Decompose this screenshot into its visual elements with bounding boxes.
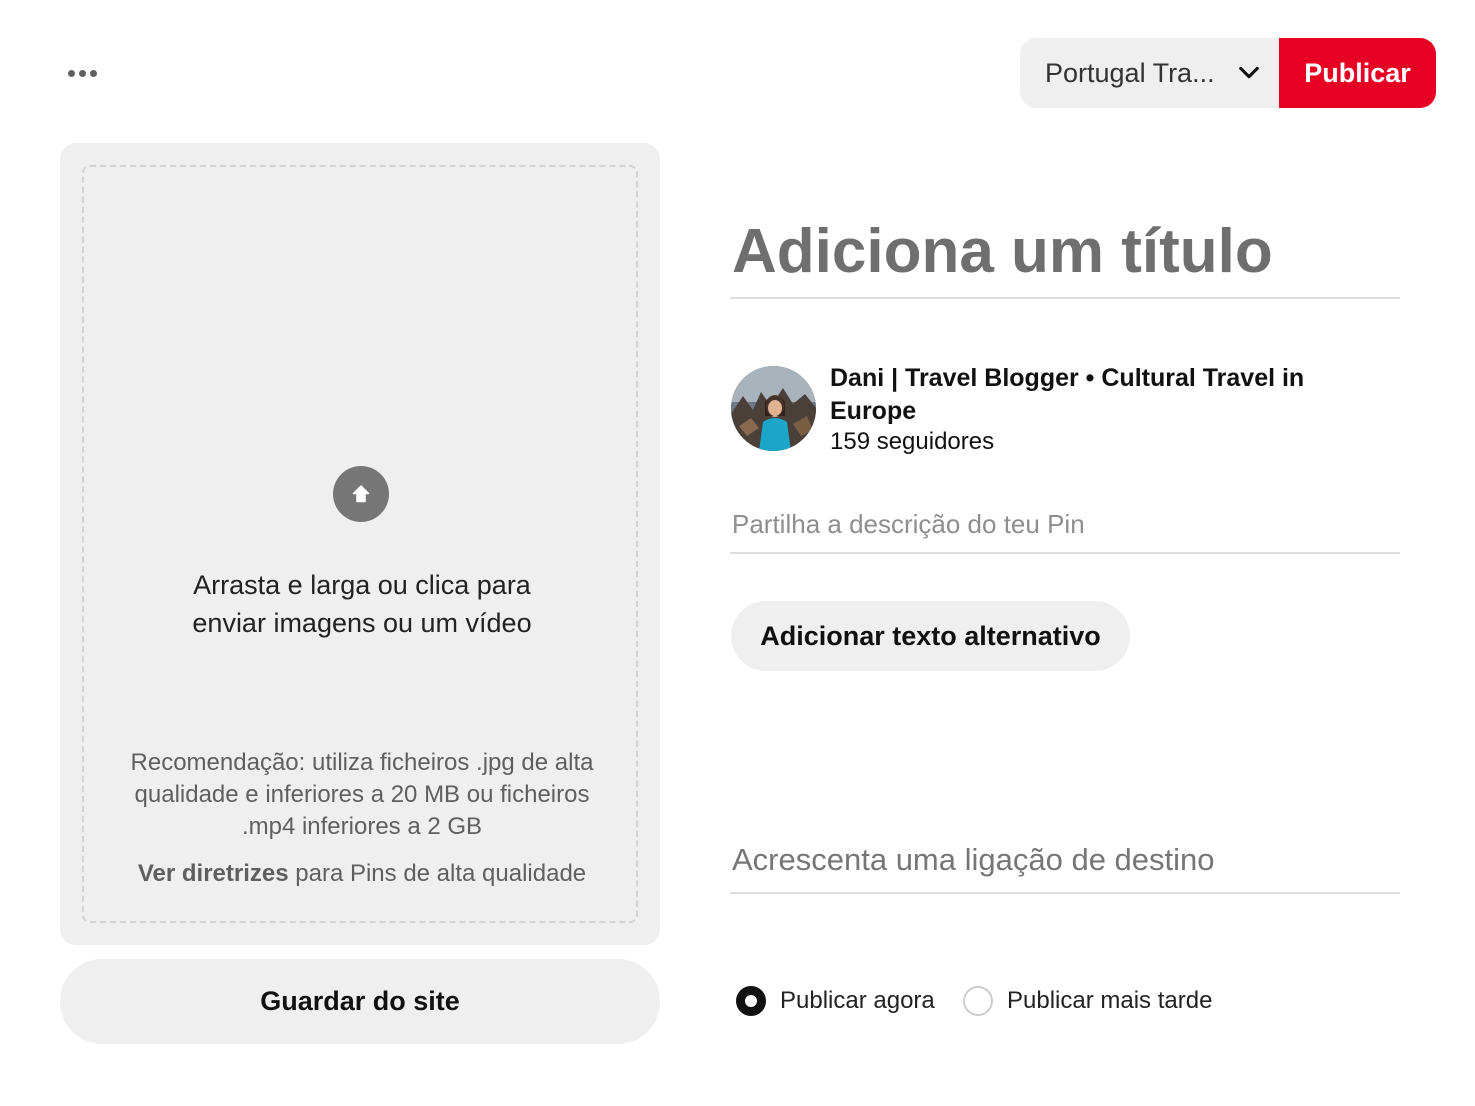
upload-arrow-up-icon xyxy=(333,466,389,522)
avatar-photo xyxy=(731,366,816,451)
guidelines-text: para Pins de alta qualidade xyxy=(288,860,587,887)
description-input[interactable] xyxy=(730,496,1400,554)
radio-unchecked-icon[interactable] xyxy=(963,986,993,1016)
publish-later-option[interactable]: Publicar mais tarde xyxy=(963,982,1212,1020)
destination-link-input[interactable] xyxy=(730,828,1400,894)
more-options-icon xyxy=(67,69,75,77)
avatar xyxy=(731,366,816,451)
profile-name: Dani | Travel Blogger • Cultural Travel … xyxy=(830,364,1305,425)
add-alt-text-button[interactable]: Adicionar texto alternativo xyxy=(731,601,1130,671)
more-options-button[interactable] xyxy=(58,56,106,90)
guidelines-line: Ver diretrizes para Pins de alta qualida… xyxy=(114,860,610,888)
upload-instruction: Arrasta e larga ou clica para enviar ima… xyxy=(192,570,532,638)
pin-builder: Portugal Tra... Publicar Arrasta e larga… xyxy=(0,0,1475,1106)
publish-now-option[interactable]: Publicar agora xyxy=(736,982,935,1020)
board-select-dropdown[interactable]: Portugal Tra... xyxy=(1020,38,1282,108)
followers-count: 159 seguidores xyxy=(830,428,995,455)
arrow-up-icon xyxy=(352,485,370,503)
upload-dropzone[interactable]: Arrasta e larga ou clica para enviar ima… xyxy=(82,165,638,923)
publish-now-label: Publicar agora xyxy=(780,987,935,1014)
chevron-down-icon xyxy=(1239,66,1259,79)
save-from-site-button[interactable]: Guardar do site xyxy=(60,959,660,1044)
upload-panel: Arrasta e larga ou clica para enviar ima… xyxy=(60,143,660,945)
more-options-icon-dot xyxy=(78,69,86,77)
guidelines-link[interactable]: Ver diretrizes xyxy=(138,860,289,887)
more-options-icon-dot xyxy=(89,69,97,77)
board-select-label: Portugal Tra... xyxy=(1045,57,1215,88)
publish-button[interactable]: Publicar xyxy=(1279,38,1436,108)
publish-later-label: Publicar mais tarde xyxy=(1007,987,1213,1014)
upload-recommendation: Recomendação: utiliza ficheiros .jpg de … xyxy=(130,749,594,840)
title-input[interactable] xyxy=(730,205,1400,299)
radio-checked-icon[interactable] xyxy=(736,986,766,1016)
